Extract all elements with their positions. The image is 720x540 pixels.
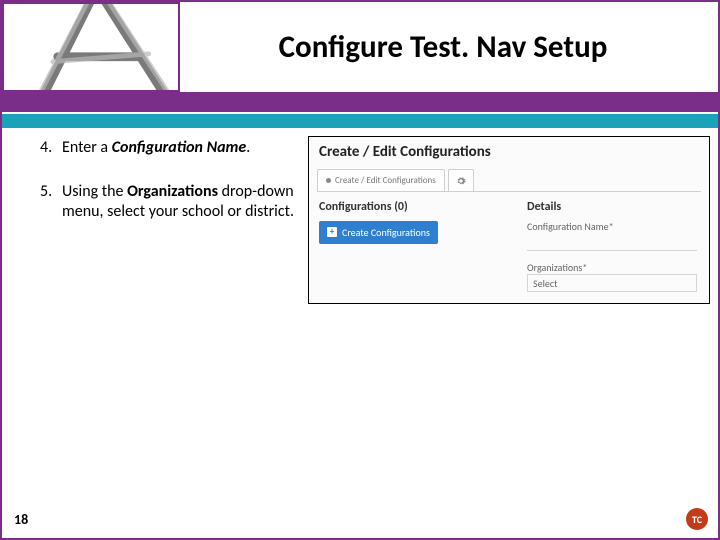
gear-icon bbox=[456, 176, 466, 186]
teal-band bbox=[2, 114, 718, 128]
step-4: 4. Enter a Configuration Name. bbox=[40, 138, 300, 158]
title-area: Configure Test. Nav Setup bbox=[182, 2, 718, 92]
organizations-label: Organizations* bbox=[527, 261, 699, 274]
tab-create-edit[interactable]: Create / Edit Configurations bbox=[317, 169, 445, 191]
page-number: 18 bbox=[14, 511, 28, 528]
step-number: 4. bbox=[40, 138, 62, 158]
screenshot-heading: Create / Edit Configurations bbox=[309, 137, 709, 165]
step-number: 5. bbox=[40, 182, 62, 222]
config-name-label: Configuration Name* bbox=[527, 220, 699, 233]
config-name-input[interactable] bbox=[527, 235, 697, 251]
details-heading: Details bbox=[527, 200, 699, 214]
embedded-screenshot: Create / Edit Configurations Create / Ed… bbox=[308, 136, 710, 304]
create-configurations-button[interactable]: + Create Configurations bbox=[319, 221, 438, 244]
plus-icon: + bbox=[327, 227, 337, 237]
select-placeholder: Select bbox=[533, 277, 557, 290]
organizations-select[interactable]: Select bbox=[527, 274, 697, 292]
purple-band bbox=[2, 92, 718, 112]
create-button-label: Create Configurations bbox=[342, 226, 430, 239]
tc-badge: TC bbox=[686, 508, 708, 530]
step-5: 5. Using the Organizations drop-down men… bbox=[40, 182, 300, 222]
tab-settings[interactable] bbox=[448, 169, 474, 191]
step-text: Enter a Configuration Name. bbox=[62, 138, 250, 158]
page-title: Configure Test. Nav Setup bbox=[279, 28, 608, 66]
tab-bar: Create / Edit Configurations bbox=[317, 169, 701, 191]
step-text: Using the Organizations drop-down menu, … bbox=[62, 182, 300, 222]
configurations-heading: Configurations (0) bbox=[319, 200, 509, 214]
tab-label: Create / Edit Configurations bbox=[335, 175, 436, 186]
bullet-icon bbox=[326, 178, 331, 183]
instructions: 4. Enter a Configuration Name. 5. Using … bbox=[40, 138, 300, 246]
logo-a bbox=[2, 2, 180, 92]
